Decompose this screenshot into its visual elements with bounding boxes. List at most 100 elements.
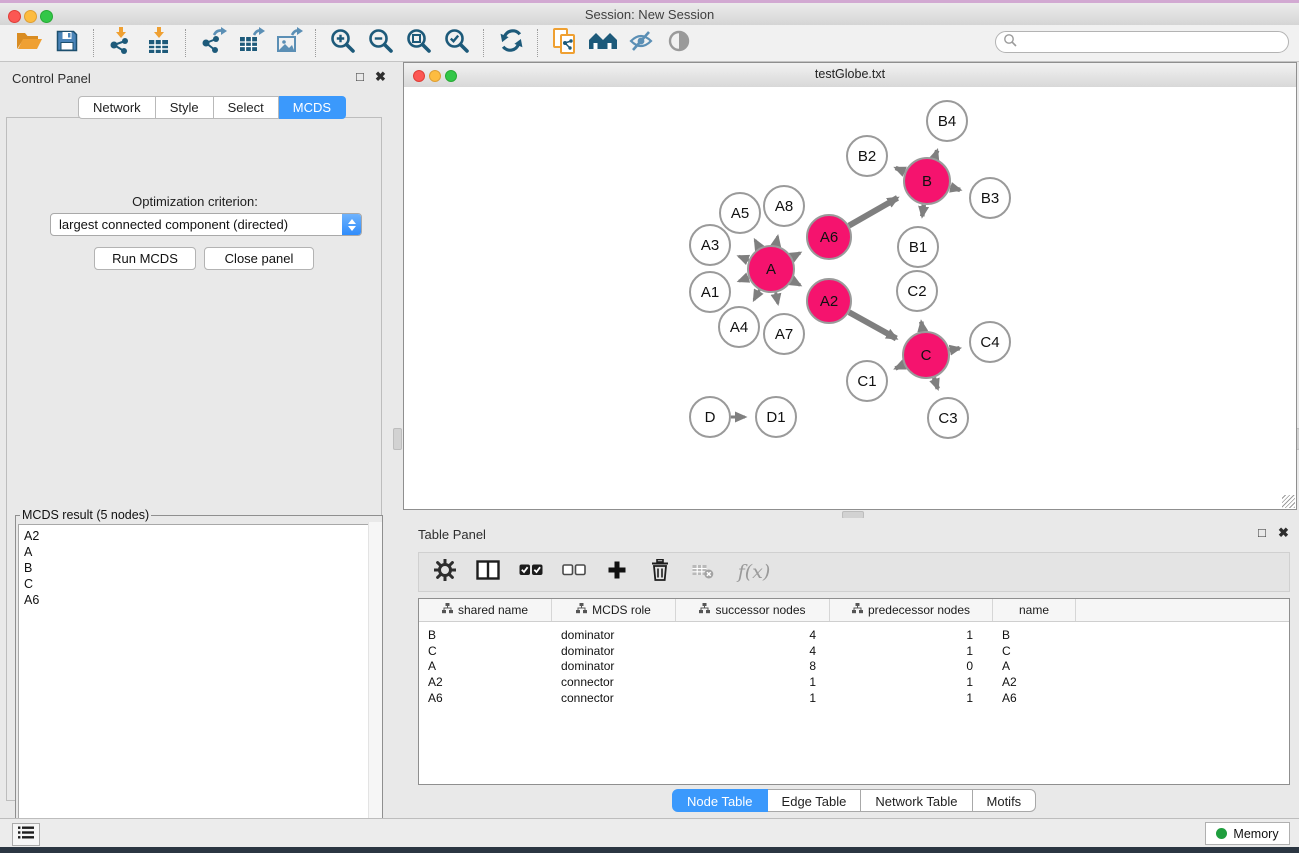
export-image-button[interactable]	[272, 28, 306, 58]
import-table-button[interactable]	[142, 28, 176, 58]
search-box[interactable]	[995, 31, 1289, 53]
window-resize-grip[interactable]	[1282, 495, 1295, 508]
mcds-list-scrollbar[interactable]	[368, 522, 382, 845]
edge-A-A4[interactable]	[754, 290, 759, 300]
delete-column-button[interactable]	[646, 559, 674, 585]
node-label-C2: C2	[907, 283, 926, 300]
tab-select[interactable]: Select	[214, 96, 279, 119]
optimization-criterion-select[interactable]: largest connected component (directed)	[50, 213, 362, 236]
left-split-handle[interactable]	[393, 428, 402, 450]
zoom-selected-button[interactable]	[440, 28, 474, 58]
mcds-result-list[interactable]: A2ABCA6	[18, 524, 380, 843]
unchecked-boxes-icon	[562, 563, 586, 581]
edge-A-A8[interactable]	[776, 236, 778, 245]
node-label-B4: B4	[938, 113, 956, 130]
edge-C-C1[interactable]	[895, 365, 904, 369]
export-table-icon	[237, 27, 265, 60]
close-panel-button[interactable]: Close panel	[204, 247, 314, 270]
mcds-result-item[interactable]: B	[19, 560, 379, 576]
edge-A6-B[interactable]	[849, 198, 898, 226]
edge-A-A5[interactable]	[755, 240, 759, 248]
deselect-all-button[interactable]	[560, 559, 588, 585]
table-cell: 4	[676, 644, 830, 658]
table-cell: C	[993, 644, 1076, 658]
memory-button[interactable]: Memory	[1205, 822, 1290, 845]
edge-C-C2[interactable]	[921, 322, 922, 332]
edge-A-A6[interactable]	[792, 253, 800, 258]
task-history-button[interactable]	[12, 823, 40, 846]
edge-C-C4[interactable]	[950, 348, 960, 350]
status-bar: Memory	[0, 818, 1299, 847]
search-input[interactable]	[1017, 34, 1288, 50]
zoom-in-button[interactable]	[326, 28, 360, 58]
export-table-button[interactable]	[234, 28, 268, 58]
zoom-fit-button[interactable]	[402, 28, 436, 58]
mcds-result-item[interactable]: A	[19, 544, 379, 560]
edge-A-A1[interactable]	[739, 278, 749, 282]
edge-B-B2[interactable]	[896, 168, 905, 172]
edge-A-A7[interactable]	[776, 293, 778, 304]
zoom-fit-icon	[406, 28, 432, 59]
table-row[interactable]: A2connector11A2	[419, 674, 1289, 690]
zoom-out-button[interactable]	[364, 28, 398, 58]
clone-network-button[interactable]	[548, 28, 582, 58]
table-row[interactable]: Cdominator41C	[419, 643, 1289, 659]
show-elements-button[interactable]	[662, 28, 696, 58]
table-settings-button[interactable]	[431, 559, 459, 585]
tab-style[interactable]: Style	[156, 96, 214, 119]
import-network-button[interactable]	[104, 28, 138, 58]
tab-network[interactable]: Network	[78, 96, 156, 119]
column-header-name[interactable]: name	[993, 599, 1076, 621]
edge-A-A2[interactable]	[792, 281, 800, 286]
close-table-panel-icon[interactable]: ✖	[1278, 525, 1289, 540]
select-all-button[interactable]	[517, 559, 545, 585]
network-canvas[interactable]: B4B2BB3B1A5A8A3A6AA1A2C2A4A7CC1C4C3DD1	[404, 87, 1296, 509]
mcds-result-item[interactable]: C	[19, 576, 379, 592]
node-label-B2: B2	[858, 148, 876, 165]
edge-A2-C[interactable]	[849, 312, 896, 338]
column-header-shared-name[interactable]: shared name	[419, 599, 552, 621]
refresh-button[interactable]	[494, 28, 528, 58]
node-label-C1: C1	[857, 373, 876, 390]
toolbar-separator	[537, 29, 539, 57]
tab-motifs[interactable]: Motifs	[973, 789, 1037, 812]
column-header-predecessor-nodes[interactable]: predecessor nodes	[830, 599, 993, 621]
toolbar-separator	[185, 29, 187, 57]
mcds-result-item[interactable]: A2	[19, 528, 379, 544]
float-table-panel-icon[interactable]: □	[1258, 525, 1266, 540]
tab-edge-table[interactable]: Edge Table	[768, 789, 862, 812]
home-view-button[interactable]	[586, 28, 620, 58]
open-session-button[interactable]	[12, 28, 46, 58]
node-label-C: C	[921, 347, 932, 364]
table-row[interactable]: A6connector11A6	[419, 690, 1289, 706]
export-image-icon	[275, 27, 303, 60]
node-label-A6: A6	[820, 229, 838, 246]
node-table[interactable]: shared nameMCDS rolesuccessor nodesprede…	[418, 598, 1290, 785]
edge-B-B3[interactable]	[950, 187, 960, 190]
close-panel-icon[interactable]: ✖	[375, 69, 386, 84]
function-builder-button[interactable]: f(x)	[732, 559, 776, 585]
column-header-mcds-role[interactable]: MCDS role	[552, 599, 676, 621]
float-panel-icon[interactable]: □	[356, 69, 364, 84]
hide-elements-button[interactable]	[624, 28, 658, 58]
edge-C-C3[interactable]	[934, 378, 938, 389]
table-cell: 4	[676, 628, 830, 642]
export-network-button[interactable]	[196, 28, 230, 58]
tab-mcds[interactable]: MCDS	[279, 96, 346, 119]
delete-table-button[interactable]	[689, 559, 717, 585]
add-column-button[interactable]	[603, 559, 631, 585]
clone-network-icon	[552, 27, 578, 60]
save-session-button[interactable]	[50, 28, 84, 58]
run-mcds-button[interactable]: Run MCDS	[94, 247, 196, 270]
column-header-successor-nodes[interactable]: successor nodes	[676, 599, 830, 621]
tab-node-table[interactable]: Node Table	[672, 789, 768, 812]
edge-A-A3[interactable]	[739, 256, 749, 260]
edge-B-B1[interactable]	[922, 205, 924, 217]
network-window-title-bar[interactable]: testGlobe.txt	[404, 63, 1296, 88]
table-row[interactable]: Bdominator41B	[419, 627, 1289, 643]
mcds-result-item[interactable]: A6	[19, 592, 379, 608]
tab-network-table[interactable]: Network Table	[861, 789, 972, 812]
edge-B-B4[interactable]	[935, 150, 938, 158]
table-row[interactable]: Adominator80A	[419, 659, 1289, 675]
column-layout-button[interactable]	[474, 559, 502, 585]
